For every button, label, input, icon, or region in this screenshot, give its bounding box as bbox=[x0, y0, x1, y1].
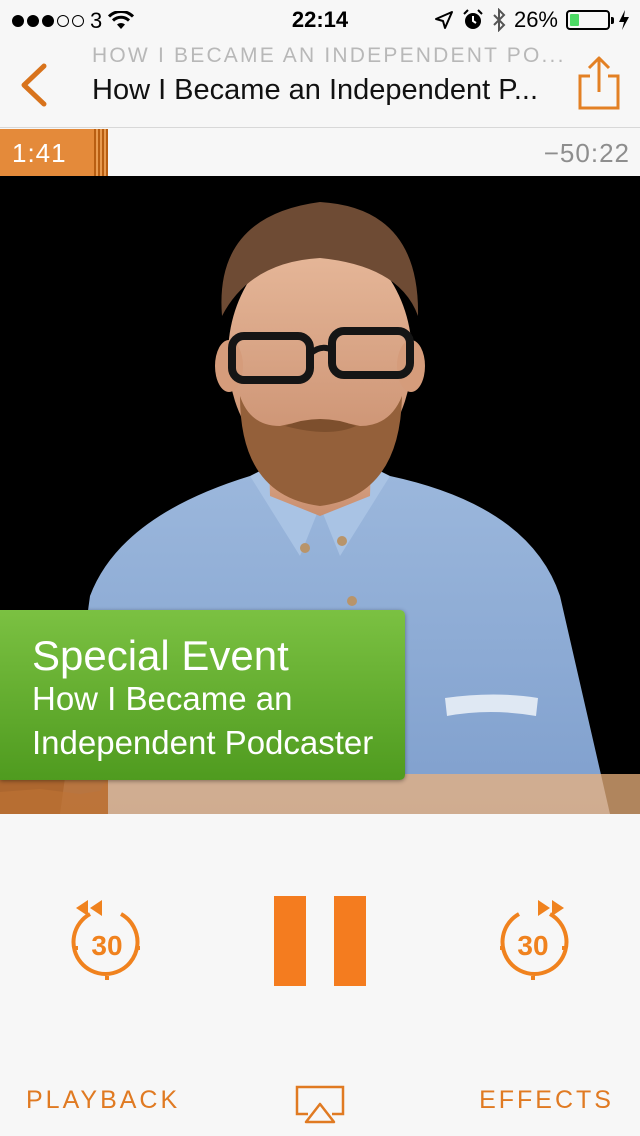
playback-button[interactable]: PLAYBACK bbox=[26, 1086, 180, 1115]
effects-button[interactable]: EFFECTS bbox=[479, 1086, 614, 1115]
battery-icon bbox=[566, 10, 614, 30]
badge-subtitle-line-2: Independent Podcaster bbox=[32, 724, 374, 761]
badge-title: Special Event bbox=[32, 632, 289, 679]
scrubber-handle[interactable] bbox=[94, 129, 108, 176]
pause-icon-right-bar bbox=[334, 896, 366, 986]
pause-icon-left-bar bbox=[274, 896, 306, 986]
episode-artwork: Special Event How I Became an Independen… bbox=[0, 176, 640, 814]
playback-scrubber[interactable]: 1:41 −50:22 bbox=[0, 129, 640, 176]
elapsed-time: 1:41 bbox=[12, 138, 67, 168]
battery-percent: 26% bbox=[513, 7, 558, 32]
battery-level-fill bbox=[570, 14, 580, 26]
airplay-button[interactable] bbox=[294, 1084, 346, 1126]
share-button[interactable] bbox=[574, 54, 624, 112]
pause-button[interactable] bbox=[274, 896, 366, 986]
bluetooth-icon bbox=[493, 8, 506, 32]
remaining-time: −50:22 bbox=[543, 138, 630, 168]
share-icon bbox=[578, 56, 620, 110]
waveform bbox=[0, 774, 640, 814]
navigation-bar: HOW I BECAME AN INDEPENDENT PO... How I … bbox=[0, 40, 640, 128]
back-button[interactable] bbox=[14, 60, 54, 110]
alarm-icon bbox=[463, 9, 483, 29]
episode-title: How I Became an Independent P... bbox=[92, 74, 539, 106]
location-icon bbox=[434, 11, 453, 29]
charging-icon bbox=[619, 10, 629, 30]
special-event-badge: Special Event How I Became an Independen… bbox=[0, 610, 405, 780]
playback-controls: 30 30 PLAYBACK EFFECTS bbox=[0, 814, 640, 1136]
status-bar: 3 22:14 26% bbox=[0, 0, 640, 40]
skip-forward-30-button[interactable]: 30 bbox=[492, 896, 574, 982]
airplay-icon bbox=[295, 1085, 345, 1124]
status-right: 26% bbox=[434, 7, 630, 33]
badge-subtitle-line-1: How I Became an bbox=[32, 680, 293, 717]
skip-back-label: 30 bbox=[91, 930, 123, 961]
podcast-name: HOW I BECAME AN INDEPENDENT PO... bbox=[92, 44, 562, 67]
skip-back-30-button[interactable]: 30 bbox=[66, 896, 148, 982]
skip-forward-label: 30 bbox=[517, 930, 549, 961]
